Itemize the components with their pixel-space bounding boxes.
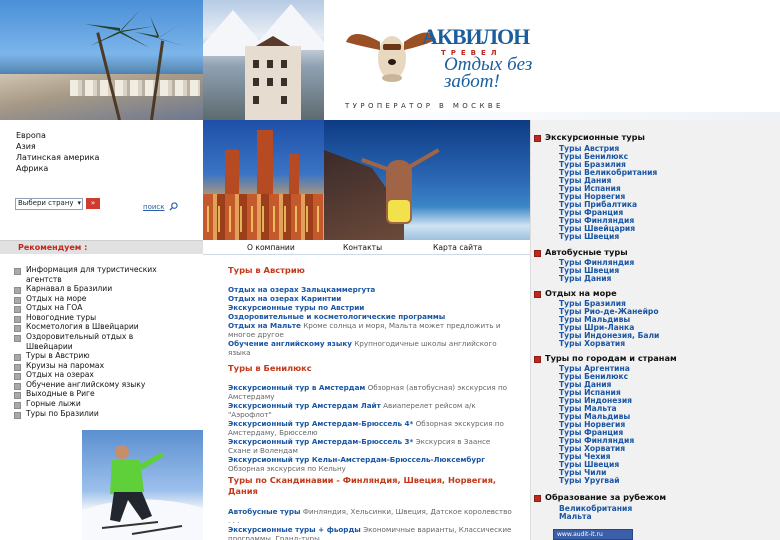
right-section-list: Туры Аргентина Туры Бенилюкс Туры Дания …	[559, 365, 634, 485]
content-link[interactable]: Экскурсионный тур в Амстердам	[228, 383, 365, 392]
recommend-item[interactable]: Отдых на ГОА	[14, 303, 174, 313]
content-item: Экскурсионный тур Кельн-Амстердам-Брюссе…	[228, 455, 513, 473]
content-link[interactable]: Экскурсионные туры + фьорды	[228, 525, 361, 534]
logo-area: АКВИЛОН ТРЕВЕЛ Отдых без забот! ТУРОПЕРА…	[324, 0, 780, 120]
content-link[interactable]: Экскурсионный тур Амстердам Лайт	[228, 401, 381, 410]
go-button[interactable]: »	[86, 198, 100, 209]
right-link[interactable]: Туры Хорватия	[559, 340, 659, 348]
right-section-list: Туры Австрия Туры Бенилюкс Туры Бразилия…	[559, 145, 657, 241]
content-desc: Обзорная экскурсия по Кельну	[228, 464, 346, 473]
right-section-title[interactable]: Отдых на море	[534, 288, 617, 298]
content-link[interactable]: Экскурсионный тур Кельн-Амстердам-Брюссе…	[228, 455, 485, 464]
recommend-item[interactable]: Туры по Бразилии	[14, 409, 174, 419]
country-select[interactable]: Выбери страну ▾	[15, 198, 83, 210]
content-item: Обучение английскому языку Крупногодичны…	[228, 339, 513, 357]
left-sidebar: Европа Азия Латинская америка Африка Выб…	[0, 120, 203, 540]
content-link[interactable]: Оздоровительные и косметологические прог…	[228, 312, 445, 321]
recommend-item[interactable]: Карнавал в Бразилии	[14, 284, 174, 294]
content-item: Экскурсионный тур Амстердам Лайт Авиапер…	[228, 401, 513, 419]
recommend-item[interactable]: Косметология в Швейцарии	[14, 322, 174, 332]
region-latin-america[interactable]: Латинская америка	[16, 152, 99, 163]
header-photo-palms	[0, 0, 203, 120]
palm-leaves-icon	[85, 10, 184, 48]
right-link[interactable]: Мальта	[559, 513, 632, 521]
content-item: Экскурсионные туры + фьорды Экономичные …	[228, 525, 513, 540]
recommend-list: Информация для туристических агентств Ка…	[14, 265, 174, 419]
right-section-list: Туры Финляндия Туры Швеция Туры Дания	[559, 259, 634, 283]
content-link[interactable]: Отдых на Мальте	[228, 321, 301, 330]
content-link[interactable]: Автобусные туры	[228, 507, 301, 516]
photo-beach	[324, 120, 530, 240]
right-link[interactable]: Туры Швеция	[559, 233, 657, 241]
right-link[interactable]: Туры Уругвай	[559, 477, 634, 485]
section-title-benelux: Туры в Бенилюкс	[228, 363, 312, 373]
right-section-title[interactable]: Туры по городам и странам	[534, 353, 677, 363]
recommend-item[interactable]: Оздоровительный отдых в Швейцарии	[14, 332, 174, 351]
recommend-item[interactable]: Обучение английскому языку	[14, 380, 174, 390]
menu-contacts[interactable]: Контакты	[343, 243, 382, 252]
section-title-scandinavia: Туры по Скандинавии - Финляндия, Швеция,…	[228, 475, 497, 496]
chevron-down-icon: ▾	[77, 199, 81, 207]
content-link[interactable]: Экскурсионный тур Амстердам-Брюссель 4*	[228, 419, 413, 428]
recommend-item[interactable]: Информация для туристических агентств	[14, 265, 174, 284]
content-item: Автобусные туры Финляндия, Хельсинки, Шв…	[228, 507, 513, 525]
skier-photo	[82, 430, 203, 540]
region-europe[interactable]: Европа	[16, 130, 99, 141]
content-link[interactable]: Отдых на озерах Зальцкаммергута	[228, 285, 375, 294]
region-asia[interactable]: Азия	[16, 141, 99, 152]
content-item: Оздоровительные и косметологические прог…	[228, 312, 513, 321]
right-section-list: Туры Бразилия Туры Рио-де-Жанейро Туры М…	[559, 300, 659, 348]
right-section-title[interactable]: Экскурсионные туры	[534, 132, 645, 142]
brand-name[interactable]: АКВИЛОН	[422, 24, 530, 50]
recommend-item[interactable]: Отдых на озерах	[14, 370, 174, 380]
right-section-title[interactable]: Автобусные туры	[534, 247, 628, 257]
menu-about[interactable]: О компании	[247, 243, 295, 252]
right-sidebar: Экскурсионные туры Туры Австрия Туры Бен…	[530, 120, 780, 540]
content-item: Экскурсионный тур Амстердам-Брюссель 3* …	[228, 437, 513, 455]
recommend-title: Рекомендуем :	[18, 243, 88, 252]
content-item: Отдых на Мальте Кроме солнца и моря, Мал…	[228, 321, 513, 339]
search-icon[interactable]	[169, 202, 178, 211]
content-link[interactable]: Экскурсионный тур Амстердам-Брюссель 3*	[228, 437, 413, 446]
recommend-item[interactable]: Горные лыжи	[14, 399, 174, 409]
main-content: Туры в Австрию Отдых на озерах Зальцкамм…	[203, 255, 530, 540]
region-list: Европа Азия Латинская америка Африка	[16, 130, 99, 174]
region-africa[interactable]: Африка	[16, 163, 99, 174]
top-menu: О компании Контакты Карта сайта	[203, 240, 530, 255]
recommend-item[interactable]: Выходные в Риге	[14, 389, 174, 399]
slogan: Отдых без забот!	[444, 54, 533, 92]
content-item: Отдых на озерах Зальцкаммергута	[228, 285, 513, 294]
header-photo-alps	[203, 0, 324, 120]
search-link[interactable]: поиск	[143, 203, 165, 211]
content-item: Отдых на озерах Каринтии	[228, 294, 513, 303]
content-item: Экскурсионные туры по Австрии	[228, 303, 513, 312]
content-link[interactable]: Обучение английскому языку	[228, 339, 352, 348]
content-link[interactable]: Отдых на озерах Каринтии	[228, 294, 341, 303]
right-section-title[interactable]: Образование за рубежом	[533, 492, 666, 502]
section-title-austria: Туры в Австрию	[228, 265, 305, 275]
recommend-item[interactable]: Отдых на море	[14, 294, 174, 304]
country-select-value: Выбери страну	[18, 199, 74, 207]
content-item: Экскурсионный тур Амстердам-Брюссель 4* …	[228, 419, 513, 437]
content-link[interactable]: Экскурсионные туры по Австрии	[228, 303, 364, 312]
recommend-item[interactable]: Новогодние туры	[14, 313, 174, 323]
photo-old-town	[203, 120, 324, 240]
recommend-item[interactable]: Туры в Австрию	[14, 351, 174, 361]
right-link[interactable]: Туры Дания	[559, 275, 634, 283]
recommend-item[interactable]: Круизы на паромах	[14, 361, 174, 371]
recommend-header: Рекомендуем :	[0, 240, 203, 254]
right-section-list: Великобритания Мальта	[559, 505, 632, 521]
content-item: Экскурсионный тур в Амстердам Обзорная (…	[228, 383, 513, 401]
audit-it-badge[interactable]: www.audit-it.ru	[553, 529, 633, 540]
operator-tagline: ТУРОПЕРАТОР В МОСКВЕ	[345, 102, 504, 110]
menu-sitemap[interactable]: Карта сайта	[433, 243, 482, 252]
